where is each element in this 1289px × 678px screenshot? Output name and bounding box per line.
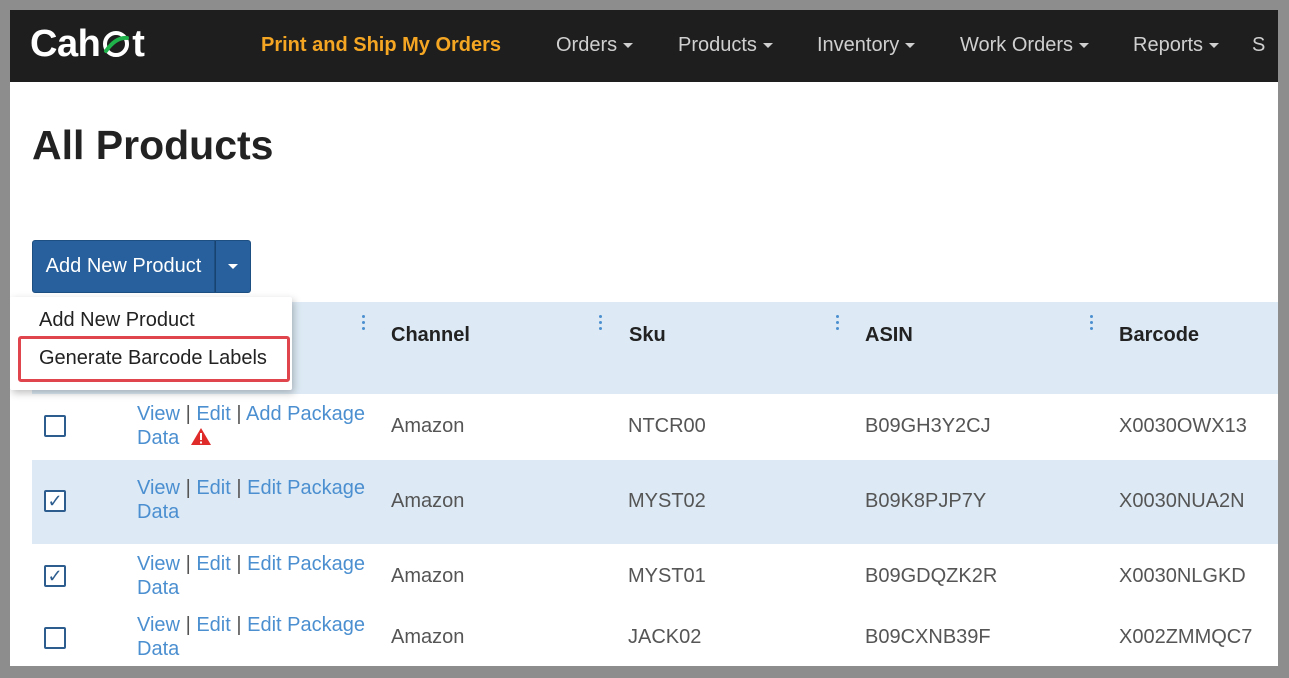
cell-asin: B09CXNB39F <box>865 626 991 648</box>
row-checkbox[interactable] <box>44 627 66 649</box>
cahoot-logo[interactable]: Cah t <box>30 22 145 66</box>
logo-text-start: Cah <box>30 22 101 65</box>
row-checkbox-checked[interactable]: ✓ <box>44 490 66 512</box>
separator: | <box>236 403 242 425</box>
cell-barcode: X002ZMMQC7 <box>1119 626 1253 648</box>
caret-down-icon <box>1209 43 1220 49</box>
caret-down-icon <box>762 43 773 49</box>
caret-down-icon <box>623 43 634 49</box>
table-row: ✓ View | Edit | Edit Package Data Amazon … <box>32 544 1278 608</box>
edit-link[interactable]: Edit <box>196 614 230 636</box>
app-window: Cah t Print and Ship My Orders Orders Pr… <box>10 10 1278 666</box>
nav-inventory-label: Inventory <box>817 34 900 56</box>
top-navbar: Cah t Print and Ship My Orders Orders Pr… <box>10 10 1278 82</box>
row-actions: View | Edit | Edit Package Data <box>137 613 377 661</box>
cell-asin: B09K8PJP7Y <box>865 490 987 512</box>
column-menu-icon[interactable] <box>362 315 366 333</box>
cell-sku: MYST01 <box>628 565 706 587</box>
cell-sku: NTCR00 <box>628 415 706 437</box>
separator: | <box>236 614 242 636</box>
edit-link[interactable]: Edit <box>196 403 230 425</box>
separator: | <box>185 553 191 575</box>
package-link-line-2: Data <box>137 427 180 449</box>
cell-channel: Amazon <box>391 626 465 648</box>
nav-inventory[interactable]: Inventory <box>817 34 916 57</box>
package-link-line-1: Edit Package <box>247 614 365 636</box>
view-link[interactable]: View <box>137 477 180 499</box>
edit-link[interactable]: Edit <box>196 477 230 499</box>
caret-down-icon <box>905 43 916 49</box>
nav-work-orders[interactable]: Work Orders <box>960 34 1089 57</box>
add-product-button-group: Add New Product <box>32 240 251 293</box>
menu-item-add-new-product[interactable]: Add New Product <box>39 309 195 332</box>
table-row: ✓ View | Edit | Edit Package Data Amazon … <box>32 460 1278 544</box>
check-icon: ✓ <box>47 491 63 511</box>
check-icon: ✓ <box>47 566 63 586</box>
row-checkbox[interactable] <box>44 415 66 437</box>
logo-ring-icon <box>103 31 130 57</box>
table-row: View | Edit | Add Package Data Amazon NTC… <box>32 394 1278 460</box>
nav-print-and-ship[interactable]: Print and Ship My Orders <box>261 34 501 57</box>
cell-barcode: X0030NUA2N <box>1119 490 1245 512</box>
warning-icon <box>190 428 211 445</box>
nav-products-label: Products <box>678 34 757 56</box>
view-link[interactable]: View <box>137 403 180 425</box>
package-link-line-2: Data <box>137 577 180 599</box>
nav-work-orders-label: Work Orders <box>960 34 1073 56</box>
cell-asin: B09GDQZK2R <box>865 565 998 587</box>
cell-barcode: X0030OWX13 <box>1119 415 1247 437</box>
logo-text-end: t <box>132 22 145 65</box>
package-link-line-1: Edit Package <box>247 477 365 499</box>
nav-products[interactable]: Products <box>678 34 773 57</box>
cell-barcode: X0030NLGKD <box>1119 565 1246 587</box>
column-menu-icon[interactable] <box>1090 315 1094 333</box>
caret-down-icon <box>228 264 238 269</box>
nav-orders-label: Orders <box>556 34 618 56</box>
page-title: All Products <box>32 122 274 168</box>
row-actions: View | Edit | Add Package Data <box>137 402 377 450</box>
nav-reports-label: Reports <box>1133 34 1204 56</box>
nav-reports[interactable]: Reports <box>1133 34 1220 57</box>
view-link[interactable]: View <box>137 553 180 575</box>
package-link-line-1: Edit Package <box>247 553 365 575</box>
column-menu-icon[interactable] <box>836 315 840 333</box>
row-actions: View | Edit | Edit Package Data <box>137 476 377 524</box>
row-checkbox-checked[interactable]: ✓ <box>44 565 66 587</box>
nav-truncated-item[interactable]: S <box>1252 34 1265 57</box>
column-header-channel[interactable]: Channel <box>391 324 470 347</box>
separator: | <box>236 477 242 499</box>
edit-link[interactable]: Edit <box>196 553 230 575</box>
cell-channel: Amazon <box>391 490 465 512</box>
add-product-dropdown-toggle[interactable] <box>215 240 251 293</box>
nav-orders[interactable]: Orders <box>556 34 634 57</box>
cell-channel: Amazon <box>391 415 465 437</box>
separator: | <box>185 477 191 499</box>
column-header-barcode[interactable]: Barcode <box>1119 324 1199 347</box>
column-menu-icon[interactable] <box>599 315 603 333</box>
cell-asin: B09GH3Y2CJ <box>865 415 991 437</box>
caret-down-icon <box>1078 43 1089 49</box>
view-link[interactable]: View <box>137 614 180 636</box>
column-header-asin[interactable]: ASIN <box>865 324 913 347</box>
column-header-sku[interactable]: Sku <box>629 324 666 347</box>
separator: | <box>236 553 242 575</box>
add-new-product-button[interactable]: Add New Product <box>32 240 215 293</box>
row-actions: View | Edit | Edit Package Data <box>137 552 377 600</box>
separator: | <box>185 614 191 636</box>
package-link-line-2: Data <box>137 638 180 660</box>
cell-sku: MYST02 <box>628 490 706 512</box>
table-row: View | Edit | Edit Package Data Amazon JA… <box>32 608 1278 666</box>
package-link-line-1: Add Package <box>246 403 365 425</box>
cell-sku: JACK02 <box>628 626 702 648</box>
package-link-line-2: Data <box>137 501 180 523</box>
highlight-annotation <box>18 336 290 382</box>
separator: | <box>185 403 191 425</box>
cell-channel: Amazon <box>391 565 465 587</box>
